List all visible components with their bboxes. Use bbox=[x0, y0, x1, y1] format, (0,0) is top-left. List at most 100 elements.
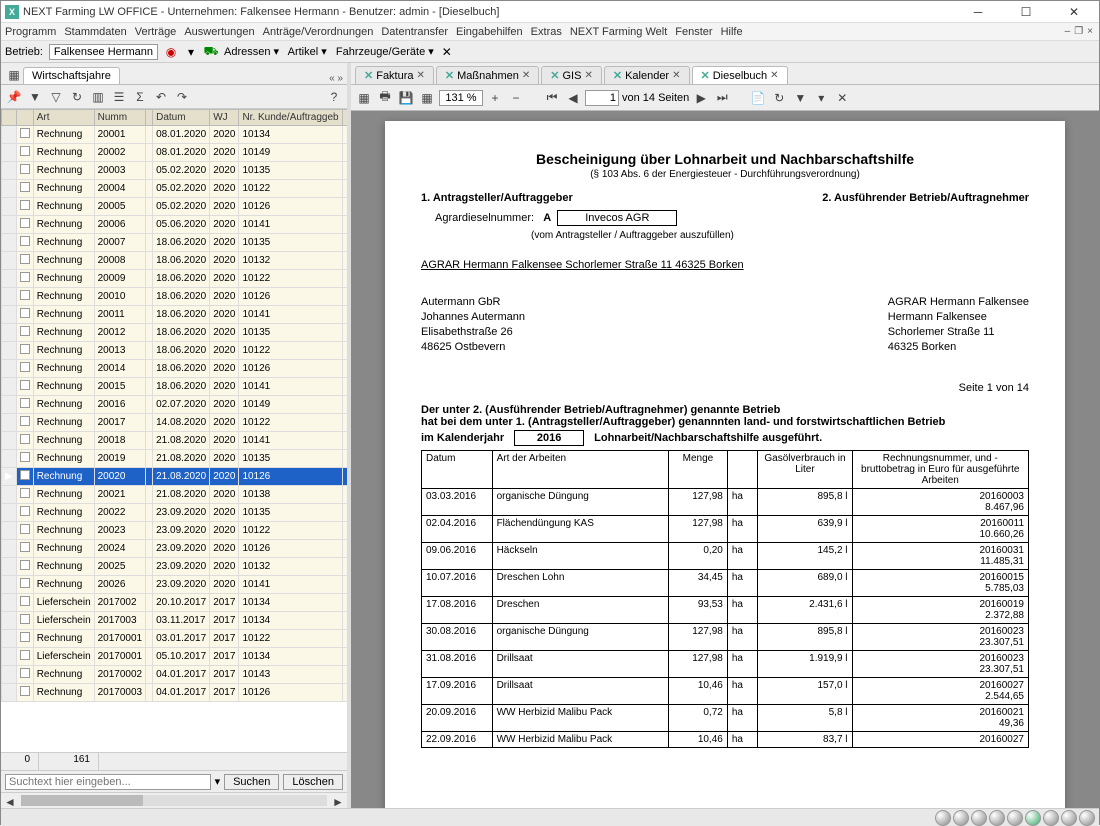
row-checkbox[interactable] bbox=[20, 164, 30, 174]
row-checkbox[interactable] bbox=[20, 398, 30, 408]
zoom-input[interactable] bbox=[439, 90, 483, 106]
menu-verträge[interactable]: Verträge bbox=[135, 26, 177, 38]
minimize-button[interactable]: ─ bbox=[961, 2, 995, 22]
row-checkbox[interactable] bbox=[20, 686, 30, 696]
next-page-icon[interactable]: ▶ bbox=[692, 89, 710, 107]
table-row[interactable]: Rechnung2000818.06.2020202010132Müller, … bbox=[2, 252, 348, 270]
table-row[interactable]: Rechnung2001714.08.2020202010122Auterman… bbox=[2, 414, 348, 432]
status-orb-7[interactable] bbox=[1043, 810, 1059, 826]
grid-header[interactable] bbox=[2, 110, 17, 126]
search-input[interactable] bbox=[5, 774, 211, 790]
tab-close-icon[interactable]: ✕ bbox=[584, 70, 592, 81]
tab-scroll-icon[interactable]: « » bbox=[329, 73, 343, 84]
tab-faktura[interactable]: ✕Faktura✕ bbox=[355, 66, 434, 84]
mdi-restore-icon[interactable]: ❐ bbox=[1074, 26, 1083, 37]
table-row[interactable]: Rechnung2001921.08.2020202010135Schlüter… bbox=[2, 450, 348, 468]
grid-header[interactable]: Nr. Kunde/Auftraggeb bbox=[239, 110, 342, 126]
toolbar-fahrzeuge/geräte[interactable]: Fahrzeuge/Geräte ▾ bbox=[336, 46, 434, 58]
toolbar-artikel[interactable]: Artikel ▾ bbox=[288, 46, 327, 58]
table-row[interactable]: Rechnung2001418.06.2020202010126Rittergu… bbox=[2, 360, 348, 378]
grid[interactable]: ArtNummDatumWJNr. Kunde/AuftraggebKunde/… bbox=[1, 109, 347, 752]
grid-header[interactable]: Datum bbox=[153, 110, 210, 126]
row-checkbox[interactable] bbox=[20, 362, 30, 372]
pin-icon[interactable]: 📌 bbox=[5, 88, 23, 106]
save-icon[interactable]: 💾 bbox=[397, 89, 415, 107]
menu-auswertungen[interactable]: Auswertungen bbox=[184, 26, 254, 38]
status-orb-6[interactable] bbox=[1025, 810, 1041, 826]
print-icon[interactable]: 🖶 bbox=[376, 89, 394, 107]
table-row[interactable]: Rechnung2001821.08.2020202010141Richter,… bbox=[2, 432, 348, 450]
tab-close-icon[interactable]: ✕ bbox=[522, 70, 530, 81]
tab-close-icon[interactable]: ✕ bbox=[672, 70, 680, 81]
table-row[interactable]: Lieferschein201700220.10.2017201710134Na… bbox=[2, 594, 348, 612]
table-row[interactable]: Rechnung2002623.09.2020202010141Richter,… bbox=[2, 576, 348, 594]
row-checkbox[interactable] bbox=[20, 470, 30, 480]
table-row[interactable]: Rechnung2000918.06.2020202010122Auterman… bbox=[2, 270, 348, 288]
grid-header[interactable]: WJ bbox=[210, 110, 239, 126]
menu-hilfe[interactable]: Hilfe bbox=[721, 26, 743, 38]
maximize-button[interactable]: ☐ bbox=[1009, 2, 1043, 22]
table-row[interactable]: Rechnung2002121.08.2020202010138Slomka, … bbox=[2, 486, 348, 504]
undo-icon[interactable]: ↶ bbox=[152, 88, 170, 106]
table-row[interactable]: Rechnung2002223.09.2020202010135Schlüter… bbox=[2, 504, 348, 522]
status-orb-3[interactable] bbox=[971, 810, 987, 826]
grid-icon[interactable]: ▦ bbox=[5, 66, 23, 84]
row-checkbox[interactable] bbox=[20, 596, 30, 606]
zoom-in-icon[interactable]: + bbox=[486, 89, 504, 107]
row-checkbox[interactable] bbox=[20, 380, 30, 390]
row-checkbox[interactable] bbox=[20, 290, 30, 300]
menu-programm[interactable]: Programm bbox=[5, 26, 56, 38]
filter-icon[interactable]: ▼ bbox=[26, 88, 44, 106]
row-checkbox[interactable] bbox=[20, 128, 30, 138]
toolbar-adressen[interactable]: Adressen ▾ bbox=[224, 46, 279, 58]
document-viewport[interactable]: Bescheinigung über Lohnarbeit und Nachba… bbox=[351, 111, 1099, 808]
table-row[interactable]: Rechnung2000208.01.2020202010149Gause, G… bbox=[2, 144, 348, 162]
status-orb-5[interactable] bbox=[1007, 810, 1023, 826]
table-row[interactable]: Rechnung2001218.06.2020202010135Schlüter… bbox=[2, 324, 348, 342]
table-row[interactable]: Rechnung2017000103.01.2017201710122Auter… bbox=[2, 630, 348, 648]
prev-page-icon[interactable]: ◀ bbox=[564, 89, 582, 107]
row-checkbox[interactable] bbox=[20, 650, 30, 660]
zoom-out-icon[interactable]: − bbox=[507, 89, 525, 107]
mdi-minimize-icon[interactable]: – bbox=[1065, 26, 1071, 37]
tab-gis[interactable]: ✕GIS✕ bbox=[541, 66, 602, 84]
row-checkbox[interactable] bbox=[20, 578, 30, 588]
table-row[interactable]: Rechnung2000108.01.2020202010134Nachtiga… bbox=[2, 126, 348, 144]
grid-header[interactable]: Numm bbox=[94, 110, 146, 126]
table-row[interactable]: Lieferschein201700303.11.2017201710134Na… bbox=[2, 612, 348, 630]
dropdown-icon[interactable]: ▾ bbox=[184, 45, 198, 59]
table-row[interactable]: Rechnung2002423.09.2020202010126Rittergu… bbox=[2, 540, 348, 558]
row-checkbox[interactable] bbox=[20, 272, 30, 282]
row-checkbox[interactable] bbox=[20, 488, 30, 498]
redo-icon[interactable]: ↷ bbox=[173, 88, 191, 106]
grid-header[interactable] bbox=[342, 110, 347, 126]
row-checkbox[interactable] bbox=[20, 308, 30, 318]
menu-eingabehilfen[interactable]: Eingabehilfen bbox=[456, 26, 523, 38]
menu-extras[interactable]: Extras bbox=[531, 26, 562, 38]
row-checkbox[interactable] bbox=[20, 146, 30, 156]
close-toolbar-icon[interactable]: ✕ bbox=[440, 45, 454, 59]
row-checkbox[interactable] bbox=[20, 560, 30, 570]
page-input[interactable] bbox=[585, 90, 619, 106]
row-checkbox[interactable] bbox=[20, 254, 30, 264]
row-checkbox[interactable] bbox=[20, 668, 30, 678]
row-checkbox[interactable] bbox=[20, 236, 30, 246]
first-page-icon[interactable]: ⏮ bbox=[543, 89, 561, 107]
status-orb-4[interactable] bbox=[989, 810, 1005, 826]
sum-icon[interactable]: Σ bbox=[131, 88, 149, 106]
row-checkbox[interactable] bbox=[20, 524, 30, 534]
tab-kalender[interactable]: ✕Kalender✕ bbox=[604, 66, 690, 84]
row-checkbox[interactable] bbox=[20, 632, 30, 642]
refresh-icon[interactable]: ↻ bbox=[68, 88, 86, 106]
row-checkbox[interactable] bbox=[20, 326, 30, 336]
search-button[interactable]: Suchen bbox=[224, 774, 279, 790]
scroll-left-icon[interactable]: ◄ bbox=[1, 793, 19, 811]
group-icon[interactable]: ☰ bbox=[110, 88, 128, 106]
grid-header[interactable]: Art bbox=[33, 110, 94, 126]
table-row[interactable]: Rechnung2002323.09.2020202010122Auterman… bbox=[2, 522, 348, 540]
clear-button[interactable]: Löschen bbox=[283, 774, 343, 790]
table-row[interactable]: Rechnung2001602.07.2020202010149Gause, G… bbox=[2, 396, 348, 414]
row-checkbox[interactable] bbox=[20, 344, 30, 354]
table-row[interactable]: Rechnung2001118.06.2020202010141Richter,… bbox=[2, 306, 348, 324]
table-row[interactable]: Rechnung2000605.06.2020202010141Richter,… bbox=[2, 216, 348, 234]
